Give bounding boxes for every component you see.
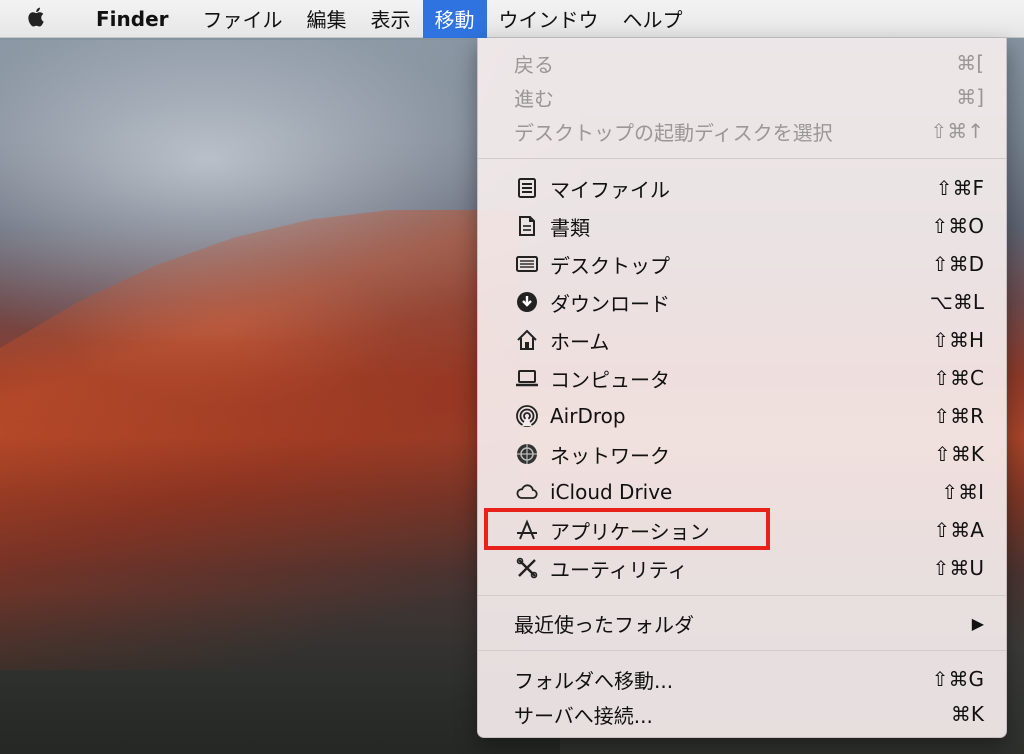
highlight-box	[484, 508, 770, 550]
menu-item-label: iCloud Drive	[550, 480, 673, 504]
menu-item-label: ホーム	[550, 329, 610, 354]
menu-item-shortcut: ⌥⌘L	[929, 290, 984, 314]
menu-item-computer[interactable]: コンピュータ ⇧⌘C	[478, 359, 1006, 397]
menu-item-shortcut: ⇧⌘F	[935, 176, 984, 200]
menu-separator	[478, 158, 1006, 159]
desktop-icon	[514, 251, 540, 277]
menu-item-shortcut: ⇧⌘O	[931, 214, 985, 238]
all-my-files-icon	[514, 175, 540, 201]
icloud-icon	[514, 479, 540, 505]
menu-item-documents[interactable]: 書類 ⇧⌘O	[478, 207, 1006, 245]
menu-item-connect-to-server[interactable]: サーバへ接続... ⌘K	[478, 695, 1006, 733]
menu-item-label: 最近使ったフォルダ	[514, 612, 694, 637]
menu-item-airdrop[interactable]: AirDrop ⇧⌘R	[478, 397, 1006, 435]
menu-item-label: ダウンロード	[550, 291, 670, 316]
menu-item-select-startup-disk[interactable]: デスクトップの起動ディスクを選択 ⇧⌘↑	[478, 112, 1006, 150]
apple-logo-icon	[26, 5, 48, 33]
menu-item-shortcut: ⌘K	[950, 702, 984, 726]
menu-item-label: ユーティリティ	[550, 557, 688, 582]
menu-item-label: AirDrop	[550, 404, 626, 428]
menubar-window[interactable]: ウインドウ	[487, 0, 611, 38]
menubar-help[interactable]: ヘルプ	[611, 0, 695, 38]
menu-separator	[478, 650, 1006, 651]
menubar-edit[interactable]: 編集	[295, 0, 359, 38]
menubar-view[interactable]: 表示	[359, 0, 423, 38]
menu-item-label: サーバへ接続...	[514, 703, 653, 728]
menu-item-label: 進む	[514, 86, 554, 111]
menu-bar: Finder ファイル 編集 表示 移動 ウインドウ ヘルプ	[0, 0, 1024, 38]
menu-item-shortcut: ⇧⌘D	[931, 252, 984, 276]
airdrop-icon	[514, 403, 540, 429]
menu-item-network[interactable]: ネットワーク ⇧⌘K	[478, 435, 1006, 473]
menu-item-label: デスクトップの起動ディスクを選択	[514, 120, 833, 145]
home-icon	[514, 327, 540, 353]
menu-item-label: ネットワーク	[550, 443, 670, 468]
menu-item-label: デスクトップ	[550, 253, 670, 278]
utilities-icon	[514, 555, 540, 581]
menu-item-label: マイファイル	[550, 177, 670, 202]
menu-item-all-my-files[interactable]: マイファイル ⇧⌘F	[478, 169, 1006, 207]
menu-item-recent-folders[interactable]: 最近使ったフォルダ ▶	[478, 604, 1006, 642]
submenu-arrow-icon: ▶	[971, 613, 984, 633]
menu-item-utilities[interactable]: ユーティリティ ⇧⌘U	[478, 549, 1006, 587]
menu-item-back[interactable]: 戻る ⌘[	[478, 44, 1006, 82]
menu-separator	[478, 595, 1006, 596]
menu-item-desktop[interactable]: デスクトップ ⇧⌘D	[478, 245, 1006, 283]
menubar-finder[interactable]: Finder	[74, 0, 191, 38]
menu-item-shortcut: ⌘[	[956, 51, 984, 75]
menu-item-go-to-folder[interactable]: フォルダへ移動... ⇧⌘G	[478, 660, 1006, 698]
menu-item-shortcut: ⇧⌘↑	[930, 119, 984, 143]
menu-item-icloud-drive[interactable]: iCloud Drive ⇧⌘I	[478, 473, 1006, 511]
menubar-go[interactable]: 移動	[422, 0, 487, 38]
go-menu-dropdown: 戻る ⌘[ 進む ⌘] デスクトップの起動ディスクを選択 ⇧⌘↑ マイファイル …	[477, 38, 1007, 738]
menu-item-label: 書類	[550, 215, 590, 240]
computer-icon	[514, 365, 540, 391]
menu-item-shortcut: ⇧⌘I	[941, 480, 984, 504]
apple-menu[interactable]	[0, 0, 74, 38]
menu-item-shortcut: ⇧⌘R	[933, 404, 984, 428]
menu-item-shortcut: ⇧⌘H	[932, 328, 984, 352]
menubar-file[interactable]: ファイル	[191, 0, 295, 38]
wallpaper-valley	[0, 590, 560, 754]
menu-item-shortcut: ⇧⌘U	[932, 556, 984, 580]
menu-item-label: フォルダへ移動...	[514, 668, 674, 693]
menu-item-shortcut: ⌘]	[956, 85, 984, 109]
menu-item-label: コンピュータ	[550, 367, 670, 392]
menu-item-downloads[interactable]: ダウンロード ⌥⌘L	[478, 283, 1006, 321]
downloads-icon	[514, 289, 540, 315]
menu-item-shortcut: ⇧⌘C	[933, 366, 984, 390]
menu-item-shortcut: ⇧⌘K	[934, 442, 984, 466]
menu-item-forward[interactable]: 進む ⌘]	[478, 78, 1006, 116]
documents-icon	[514, 213, 540, 239]
menu-item-shortcut: ⇧⌘A	[933, 518, 984, 542]
menu-item-label: 戻る	[514, 52, 554, 77]
network-icon	[514, 441, 540, 467]
menu-item-home[interactable]: ホーム ⇧⌘H	[478, 321, 1006, 359]
menu-item-shortcut: ⇧⌘G	[931, 667, 984, 691]
